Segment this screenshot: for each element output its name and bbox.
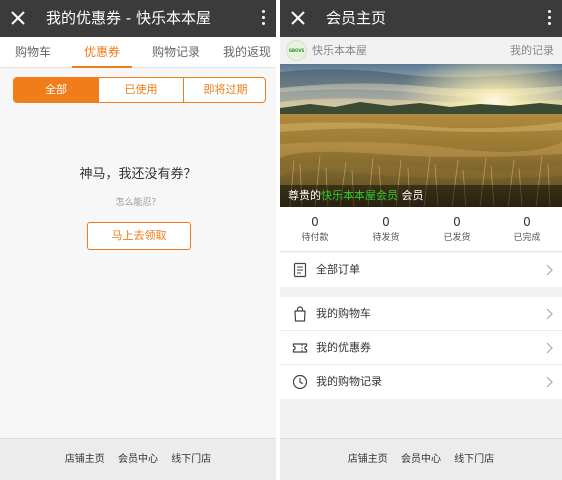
empty-state-subtitle: 怎么能忍？	[115, 198, 161, 208]
chevron-right-icon	[546, 342, 553, 354]
member-banner: 尊贵的快乐本本屋会员 会员	[280, 64, 562, 207]
order-stats: 0 待付款 0 待发货 0 已发货 0 已完成	[280, 207, 562, 252]
footer-link-member-center[interactable]: 会员中心	[118, 454, 158, 465]
filter-all[interactable]: 全部	[14, 78, 98, 102]
member-menu: 我的购物车 我的优惠券 我的购物记录	[280, 297, 562, 399]
stat-pending-shipment[interactable]: 0 待发货	[351, 207, 421, 243]
menu-item-purchase-history[interactable]: 我的购物记录	[280, 365, 562, 399]
menu-item-my-coupons[interactable]: 我的优惠券	[280, 331, 562, 365]
my-records-link[interactable]: 我的记录	[510, 37, 554, 64]
footer-nav: 店铺主页 会员中心 线下门店	[280, 438, 562, 480]
menu-item-label: 我的购物记录	[316, 375, 382, 388]
menu-item-label: 我的购物车	[316, 307, 371, 320]
filter-used[interactable]: 已使用	[99, 78, 183, 102]
footer-link-member-center[interactable]: 会员中心	[401, 454, 441, 465]
member-home-screen: 会员主页 GBOVS 快乐本本屋 我的记录 尊贵的快乐本本屋会员 会员 0 待付…	[280, 0, 562, 480]
menu-item-all-orders[interactable]: 全部订单	[280, 253, 562, 287]
clock-icon	[292, 374, 308, 390]
footer-link-offline-store[interactable]: 线下门店	[454, 454, 494, 465]
menu-item-label: 全部订单	[316, 263, 360, 276]
page-title: 会员主页	[326, 9, 387, 27]
orders-menu: 全部订单	[280, 253, 562, 287]
active-tab-indicator	[72, 66, 132, 68]
tab-cart[interactable]: 购物车	[15, 37, 51, 68]
coupon-screen: 我的优惠券 - 快乐本本屋 购物车 优惠券 购物记录 我的返现 全部 已使用 即…	[0, 0, 276, 480]
tab-purchase-history[interactable]: 购物记录	[152, 37, 200, 68]
footer-link-offline-store[interactable]: 线下门店	[171, 454, 211, 465]
footer-link-store-home[interactable]: 店铺主页	[348, 454, 388, 465]
chevron-right-icon	[546, 376, 553, 388]
member-level: 快乐本本屋会员	[321, 189, 398, 202]
store-name[interactable]: 快乐本本屋	[312, 37, 367, 64]
chevron-right-icon	[546, 264, 553, 276]
close-icon[interactable]	[10, 9, 26, 27]
more-menu-icon[interactable]	[258, 8, 268, 28]
member-greeting: 尊贵的快乐本本屋会员 会员	[280, 185, 562, 207]
filter-expiring[interactable]: 即将过期	[184, 78, 265, 102]
document-icon	[293, 262, 307, 278]
get-coupon-button[interactable]: 马上去领取	[87, 222, 191, 250]
ticket-icon	[292, 343, 308, 353]
title-bar: 会员主页	[280, 0, 562, 37]
footer-nav: 店铺主页 会员中心 线下门店	[0, 438, 276, 480]
close-icon[interactable]	[290, 9, 306, 27]
stat-completed[interactable]: 0 已完成	[492, 207, 562, 243]
store-header: GBOVS 快乐本本屋 我的记录	[280, 37, 562, 64]
tab-cashback[interactable]: 我的返现	[223, 37, 271, 68]
chevron-right-icon	[546, 308, 553, 320]
title-bar: 我的优惠券 - 快乐本本屋	[0, 0, 276, 37]
menu-item-label: 我的优惠券	[316, 341, 371, 354]
page-title: 我的优惠券 - 快乐本本屋	[46, 9, 211, 27]
shopping-bag-icon	[294, 306, 306, 322]
menu-item-my-cart[interactable]: 我的购物车	[280, 297, 562, 331]
coupon-filter: 全部 已使用 即将过期	[13, 77, 266, 103]
tab-bar: 购物车 优惠券 购物记录 我的返现	[0, 37, 276, 68]
stat-shipped[interactable]: 0 已发货	[422, 207, 492, 243]
tab-coupons[interactable]: 优惠券	[84, 37, 120, 68]
more-menu-icon[interactable]	[544, 8, 554, 28]
empty-state-title: 神马，我还没有券？	[79, 167, 197, 182]
store-logo[interactable]: GBOVS	[286, 40, 307, 61]
stat-pending-payment[interactable]: 0 待付款	[280, 207, 350, 243]
footer-link-store-home[interactable]: 店铺主页	[65, 454, 105, 465]
